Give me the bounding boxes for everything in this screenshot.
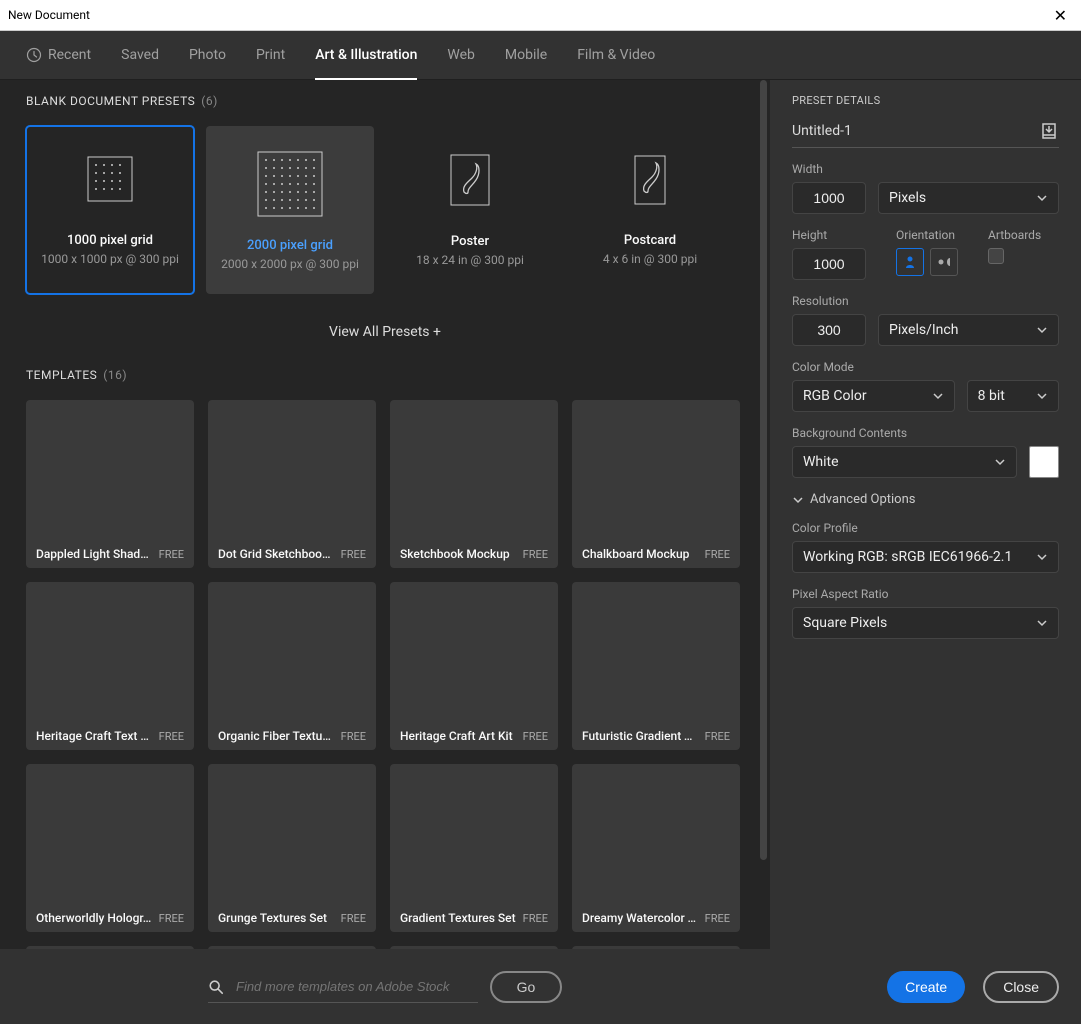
search-field[interactable] bbox=[208, 972, 478, 1003]
document-name[interactable]: Untitled-1 bbox=[792, 123, 852, 139]
width-unit-select[interactable]: Pixels bbox=[878, 182, 1059, 214]
resolution-label: Resolution bbox=[792, 294, 1059, 308]
left-panel: BLANK DOCUMENT PRESETS (6) 1000 pixel gr… bbox=[0, 80, 770, 1024]
color-profile-label: Color Profile bbox=[792, 521, 1059, 535]
tab-art-illustration[interactable]: Art & Illustration bbox=[315, 31, 417, 79]
dialog-footer: Create Close bbox=[887, 971, 1059, 1003]
preset-details-panel: PRESET DETAILS Untitled-1 Width Pixels H… bbox=[770, 80, 1081, 1024]
template-card[interactable]: Gradient Textures SetFREE bbox=[390, 764, 558, 932]
search-input[interactable] bbox=[234, 978, 478, 995]
tab-photo[interactable]: Photo bbox=[189, 31, 226, 79]
resolution-input[interactable] bbox=[792, 314, 866, 346]
tab-film-video[interactable]: Film & Video bbox=[577, 31, 655, 79]
template-card[interactable]: Heritage Craft Text E…FREE bbox=[26, 582, 194, 750]
background-swatch[interactable] bbox=[1029, 446, 1059, 478]
width-input[interactable] bbox=[792, 182, 866, 214]
template-card[interactable] bbox=[572, 946, 740, 949]
background-label: Background Contents bbox=[792, 426, 1059, 440]
clock-icon bbox=[26, 47, 42, 63]
orientation-label: Orientation bbox=[896, 228, 958, 242]
preset-title: Poster bbox=[451, 234, 489, 249]
preset-poster[interactable]: Poster 18 x 24 in @ 300 ppi bbox=[386, 126, 554, 294]
chevron-down-icon bbox=[1036, 551, 1048, 563]
pixel-ratio-label: Pixel Aspect Ratio bbox=[792, 587, 1059, 601]
preset-title: 2000 pixel grid bbox=[247, 238, 333, 253]
save-preset-icon[interactable] bbox=[1039, 121, 1059, 141]
height-input[interactable] bbox=[792, 248, 866, 280]
template-card[interactable]: Otherworldly Hologr…FREE bbox=[26, 764, 194, 932]
chevron-down-icon bbox=[994, 456, 1006, 468]
color-profile-select[interactable]: Working RGB: sRGB IEC61966-2.1 bbox=[792, 541, 1059, 573]
go-button[interactable]: Go bbox=[490, 971, 562, 1003]
scrollbar-thumb[interactable] bbox=[760, 80, 767, 860]
brush-icon bbox=[450, 154, 490, 206]
create-button[interactable]: Create bbox=[887, 971, 965, 1003]
bit-depth-select[interactable]: 8 bit bbox=[967, 380, 1059, 412]
template-card[interactable] bbox=[26, 946, 194, 949]
chevron-down-icon bbox=[792, 494, 804, 506]
template-card[interactable]: Sketchbook MockupFREE bbox=[390, 400, 558, 568]
background-select[interactable]: White bbox=[792, 446, 1017, 478]
preset-2000-grid[interactable]: 2000 pixel grid 2000 x 2000 px @ 300 ppi bbox=[206, 126, 374, 294]
preset-sub: 18 x 24 in @ 300 ppi bbox=[416, 253, 524, 267]
tab-print[interactable]: Print bbox=[256, 31, 285, 79]
grid-icon bbox=[256, 150, 324, 218]
width-label: Width bbox=[792, 162, 1059, 176]
preset-sub: 4 x 6 in @ 300 ppi bbox=[603, 252, 697, 266]
chevron-down-icon bbox=[1036, 617, 1048, 629]
template-card[interactable] bbox=[390, 946, 558, 949]
view-all-presets[interactable]: View All Presets + bbox=[26, 294, 744, 368]
title-bar: New Document ✕ bbox=[0, 0, 1081, 31]
template-card[interactable] bbox=[208, 946, 376, 949]
preset-1000-grid[interactable]: 1000 pixel grid 1000 x 1000 px @ 300 ppi bbox=[26, 126, 194, 294]
template-card[interactable]: Organic Fiber Textur…FREE bbox=[208, 582, 376, 750]
chevron-down-icon bbox=[932, 390, 944, 402]
artboards-label: Artboards bbox=[988, 228, 1041, 242]
search-icon bbox=[208, 978, 224, 996]
color-mode-select[interactable]: RGB Color bbox=[792, 380, 955, 412]
grid-icon bbox=[86, 155, 134, 203]
template-card[interactable]: Dreamy Watercolor T…FREE bbox=[572, 764, 740, 932]
preset-sub: 2000 x 2000 px @ 300 ppi bbox=[221, 257, 359, 271]
orientation-landscape[interactable] bbox=[930, 248, 958, 276]
color-mode-label: Color Mode bbox=[792, 360, 1059, 374]
tab-web[interactable]: Web bbox=[447, 31, 475, 79]
preset-title: Postcard bbox=[624, 233, 676, 248]
template-card[interactable]: Dappled Light Shado…FREE bbox=[26, 400, 194, 568]
height-label: Height bbox=[792, 228, 866, 242]
details-heading: PRESET DETAILS bbox=[792, 94, 1059, 107]
preset-postcard[interactable]: Postcard 4 x 6 in @ 300 ppi bbox=[566, 126, 734, 294]
chevron-down-icon bbox=[1036, 192, 1048, 204]
orientation-portrait[interactable] bbox=[896, 248, 924, 276]
close-icon[interactable]: ✕ bbox=[1048, 6, 1073, 25]
search-bar: Go bbox=[0, 949, 770, 1024]
window-title: New Document bbox=[8, 8, 90, 22]
resolution-unit-select[interactable]: Pixels/Inch bbox=[878, 314, 1059, 346]
template-card[interactable]: Dot Grid Sketchbook…FREE bbox=[208, 400, 376, 568]
chevron-down-icon bbox=[1036, 324, 1048, 336]
tab-mobile[interactable]: Mobile bbox=[505, 31, 547, 79]
chevron-down-icon bbox=[1036, 390, 1048, 402]
advanced-toggle[interactable]: Advanced Options bbox=[792, 492, 1059, 507]
portrait-icon bbox=[902, 254, 918, 270]
preset-title: 1000 pixel grid bbox=[67, 233, 153, 248]
preset-sub: 1000 x 1000 px @ 300 ppi bbox=[41, 252, 179, 266]
tab-recent[interactable]: Recent bbox=[26, 31, 91, 79]
template-card[interactable]: Heritage Craft Art KitFREE bbox=[390, 582, 558, 750]
artboards-checkbox[interactable] bbox=[988, 248, 1004, 264]
template-card[interactable]: Grunge Textures SetFREE bbox=[208, 764, 376, 932]
close-button[interactable]: Close bbox=[983, 971, 1059, 1003]
category-tabs: Recent Saved Photo Print Art & Illustrat… bbox=[0, 31, 1081, 80]
template-card[interactable]: Futuristic Gradient T…FREE bbox=[572, 582, 740, 750]
pixel-ratio-select[interactable]: Square Pixels bbox=[792, 607, 1059, 639]
template-card[interactable]: Chalkboard MockupFREE bbox=[572, 400, 740, 568]
tab-saved[interactable]: Saved bbox=[121, 31, 159, 79]
landscape-icon bbox=[936, 254, 952, 270]
templates-heading: TEMPLATES (16) bbox=[26, 368, 744, 382]
brush-icon bbox=[634, 155, 666, 205]
presets-heading: BLANK DOCUMENT PRESETS (6) bbox=[26, 94, 744, 108]
